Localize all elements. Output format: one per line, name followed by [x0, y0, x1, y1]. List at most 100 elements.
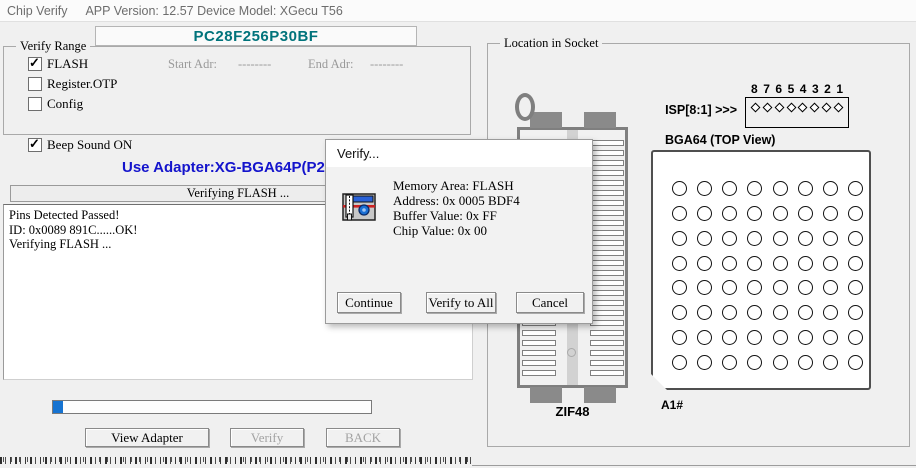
view-adapter-button-label: View Adapter	[111, 430, 183, 446]
isp-pin-hole	[833, 103, 843, 113]
view-adapter-button[interactable]: View Adapter	[85, 428, 209, 447]
bga-ball	[773, 355, 788, 370]
bga-ball	[848, 355, 863, 370]
bga-ball	[747, 256, 762, 271]
zif-pin-slot	[522, 350, 556, 356]
zif-pin-slot	[590, 170, 624, 176]
bga-ball	[722, 330, 737, 345]
start-adr-label: Start Adr:	[168, 57, 217, 72]
zif-tab	[530, 112, 562, 128]
zif-pin-slot	[522, 340, 556, 346]
back-button-label: BACK	[345, 430, 381, 446]
bga-ball	[697, 231, 712, 246]
zif-pin-slot	[590, 330, 624, 336]
isp-pin-hole	[751, 103, 761, 113]
end-adr-value: --------	[370, 57, 403, 72]
bga-ball	[848, 231, 863, 246]
app-version-info: APP Version: 12.57 Device Model: XGecu T…	[85, 4, 342, 18]
zif-lever-icon	[515, 93, 535, 121]
bga-ball	[672, 305, 687, 320]
continue-button[interactable]: Continue	[337, 292, 401, 313]
register-otp-checkbox[interactable]	[28, 77, 42, 91]
start-adr-value: --------	[238, 57, 271, 72]
isp-pin-holes	[746, 98, 848, 111]
bga64-package-outline	[651, 150, 871, 390]
isp-pin-numbers: 87654321	[745, 82, 849, 96]
bga-ball	[798, 355, 813, 370]
bga-ball	[798, 280, 813, 295]
zif-tab	[530, 387, 562, 403]
isp-pin-number: 2	[824, 82, 831, 96]
bga-ball	[798, 305, 813, 320]
verify-to-all-button[interactable]: Verify to All	[426, 292, 496, 313]
beep-sound-checkbox[interactable]	[28, 138, 42, 152]
drive-icon	[342, 192, 376, 222]
bga-ball	[722, 256, 737, 271]
bga-ball	[697, 355, 712, 370]
bga-ball	[848, 280, 863, 295]
zif-pin-slot	[590, 220, 624, 226]
bga-ball	[747, 305, 762, 320]
bga64-label: BGA64 (TOP View)	[665, 133, 775, 147]
zif-tab	[584, 387, 616, 403]
bga-ball	[722, 231, 737, 246]
progress-bar	[52, 400, 372, 414]
bga-ball	[697, 330, 712, 345]
dialog-chip-value: Chip Value: 0x 00	[393, 223, 520, 238]
zif-right-pins	[590, 140, 624, 380]
bga-ball	[747, 206, 762, 221]
zif-pin-slot	[590, 300, 624, 306]
bga-ball	[747, 330, 762, 345]
zif-pin-slot	[590, 340, 624, 346]
bga-ball	[798, 231, 813, 246]
zif-pin-slot	[590, 270, 624, 276]
verify-dialog-titlebar[interactable]: Verify...	[326, 140, 592, 167]
continue-button-label: Continue	[345, 295, 393, 311]
dialog-address: Address: 0x 0005 BDF4	[393, 193, 520, 208]
verify-range-title: Verify Range	[16, 39, 90, 54]
config-checkbox[interactable]	[28, 97, 42, 111]
bga-ball	[848, 181, 863, 196]
zif-tab	[584, 112, 616, 128]
isp-pin-hole	[822, 103, 832, 113]
isp-pin-number: 4	[800, 82, 807, 96]
zif-pin-slot	[590, 320, 624, 326]
bga-ball	[823, 256, 838, 271]
cancel-button[interactable]: Cancel	[516, 292, 584, 313]
bga-ball	[722, 206, 737, 221]
bga-ball	[697, 256, 712, 271]
isp-pin-number: 5	[788, 82, 795, 96]
verify-button-label: Verify	[251, 430, 284, 446]
isp-pin-number: 6	[775, 82, 782, 96]
isp-connector-box	[745, 97, 849, 128]
bga-ball	[848, 206, 863, 221]
verify-button[interactable]: Verify	[230, 428, 304, 447]
config-checkbox-label: Config	[47, 96, 83, 112]
isp-label: ISP[8:1] >>>	[650, 103, 737, 117]
flash-checkbox[interactable]	[28, 57, 42, 71]
zif-pin-slot	[522, 360, 556, 366]
bga-ball	[697, 206, 712, 221]
back-button[interactable]: BACK	[326, 428, 400, 447]
window-titlebar: Chip Verify APP Version: 12.57 Device Mo…	[0, 0, 916, 22]
zif-pin-slot	[590, 260, 624, 266]
bga-ball	[747, 181, 762, 196]
bga-ball	[747, 231, 762, 246]
bga-ball	[773, 231, 788, 246]
bga-ball	[747, 355, 762, 370]
progress-chunk	[53, 401, 63, 413]
bga-ball	[823, 330, 838, 345]
log-panel-title: Verifying FLASH ...	[187, 186, 289, 201]
isp-pin-hole	[810, 103, 820, 113]
zif-pin-slot	[590, 350, 624, 356]
bga-ball	[722, 280, 737, 295]
bga-ball	[773, 330, 788, 345]
verify-dialog-title: Verify...	[337, 146, 379, 161]
chip-name: PC28F256P30BF	[194, 28, 319, 45]
zif-pin-slot	[590, 180, 624, 186]
isp-pin-hole	[774, 103, 784, 113]
zif-pin-slot	[590, 190, 624, 196]
zif-rail-hole	[567, 348, 576, 357]
zif-pin-slot	[590, 250, 624, 256]
bga-ball	[773, 280, 788, 295]
